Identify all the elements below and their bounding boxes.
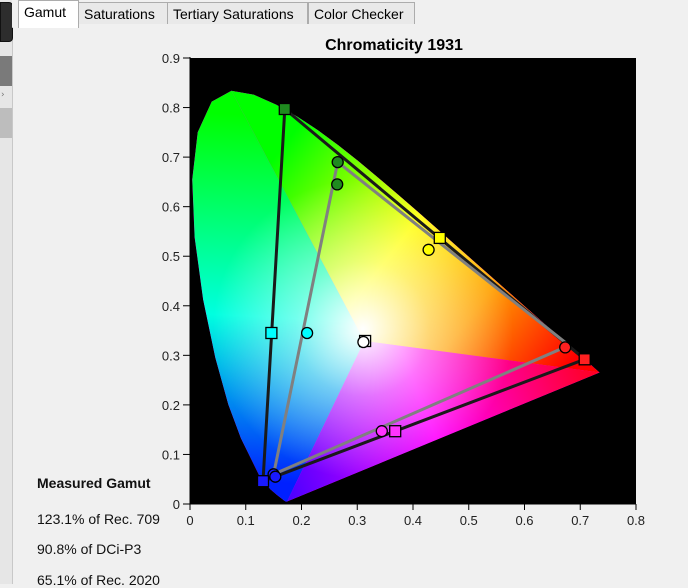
y-tick-label: 0.2 — [162, 398, 180, 413]
x-tick-label: 0.8 — [627, 513, 645, 528]
square-marker-4 — [265, 326, 278, 340]
gamut-dci-p3: 90.8% of DCi-P3 — [37, 541, 142, 557]
gamut-panel: Chromaticity 1931 0 0.1 0.2 0.3 0.4 0.5 0.6 0.7… — [13, 27, 688, 588]
chart-title: Chromaticity 1931 — [325, 37, 463, 54]
tab-color-checker[interactable]: Color Checker — [308, 2, 415, 24]
x-tick-label: 0.2 — [292, 513, 310, 528]
square-marker-2 — [256, 475, 270, 488]
x-tick-label: 0 — [186, 513, 193, 528]
left-sidebar-strip: › — [0, 0, 13, 584]
chromaticity-chart: Chromaticity 1931 0 0.1 0.2 0.3 0.4 0.5 0.6 0.7… — [162, 37, 645, 528]
x-tick-label: 0.5 — [460, 513, 478, 528]
y-tick-label: 0.1 — [162, 447, 180, 462]
y-tick-label: 0.6 — [162, 200, 180, 215]
circle-marker-8 — [331, 178, 344, 191]
circle-marker-15 — [357, 335, 370, 349]
y-tick-label: 0.8 — [162, 101, 180, 116]
gamut-rec709: 123.1% of Rec. 709 — [37, 511, 160, 527]
x-tick-label: 0.3 — [348, 513, 366, 528]
sidebar-selected-item[interactable] — [0, 108, 12, 138]
tab-tertiary-saturations[interactable]: Tertiary Saturations — [167, 2, 308, 24]
circle-marker-11 — [269, 470, 282, 483]
x-tick-label: 0.1 — [237, 513, 255, 528]
x-tick-label: 0.7 — [571, 513, 589, 528]
circle-marker-14 — [375, 425, 388, 438]
y-tick-label: 0 — [173, 497, 180, 512]
measured-gamut-title: Measured Gamut — [37, 475, 151, 491]
y-tick-label: 0.3 — [162, 348, 180, 363]
circle-marker-9 — [559, 341, 572, 354]
y-tick-label: 0.5 — [162, 249, 180, 264]
square-marker-1 — [578, 353, 591, 366]
x-tick-label: 0.4 — [404, 513, 422, 528]
circle-marker-12 — [422, 243, 435, 256]
y-tick-label: 0.4 — [162, 299, 180, 314]
square-marker-0 — [278, 102, 291, 116]
gamut-rec2020: 65.1% of Rec. 2020 — [37, 572, 160, 588]
y-tick-label: 0.9 — [162, 51, 180, 66]
y-tick-label: 0.7 — [162, 150, 180, 165]
tab-bar: Gamut Saturations Tertiary Saturations C… — [12, 0, 688, 28]
sidebar-band — [0, 56, 12, 86]
circle-marker-13 — [300, 326, 314, 340]
tab-saturations[interactable]: Saturations — [78, 2, 169, 24]
chevron-right-icon[interactable]: › — [1, 90, 5, 100]
x-tick-label: 0.6 — [515, 513, 533, 528]
tab-gamut[interactable]: Gamut — [18, 0, 79, 28]
square-marker-5 — [389, 425, 402, 438]
square-marker-3 — [433, 231, 446, 245]
circle-marker-7 — [331, 155, 344, 169]
